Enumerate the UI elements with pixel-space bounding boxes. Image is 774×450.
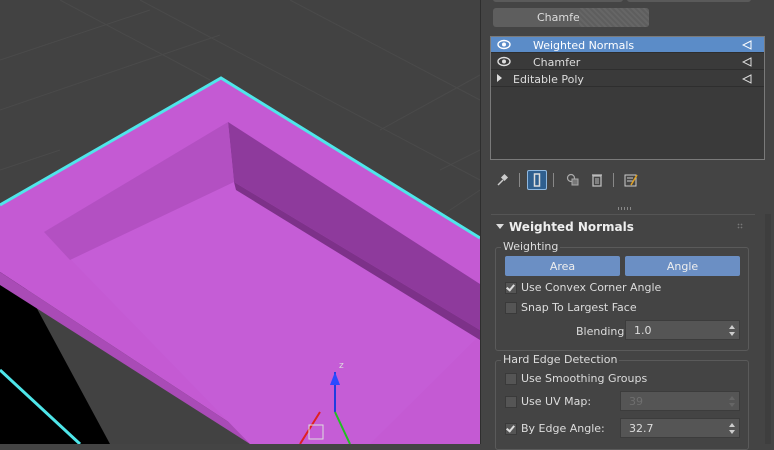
top-button-stub-right[interactable]	[627, 0, 751, 2]
checkbox-box[interactable]	[505, 422, 517, 435]
by-edge-angle-checkbox[interactable]: By Edge Angle:	[505, 422, 605, 435]
pin-stack-icon[interactable]	[493, 170, 513, 190]
checkbox-label: Use Smoothing Groups	[521, 372, 648, 385]
stack-item-label: Weighted Normals	[533, 39, 635, 52]
checkbox-label: By Edge Angle:	[521, 422, 605, 435]
edge-angle-value: 32.7	[629, 421, 654, 435]
top-button-stub-left[interactable]	[493, 0, 623, 2]
blending-spinner[interactable]: 1.0	[625, 320, 740, 340]
weighting-group: Weighting Area Angle Use Convex Corner A…	[495, 240, 749, 351]
angle-button[interactable]: Angle	[625, 256, 740, 276]
make-unique-icon[interactable]	[563, 170, 583, 190]
modifier-stack[interactable]: Weighted Normals Chamfer Editable Poly	[490, 36, 765, 160]
stack-item-label: Chamfer	[533, 56, 581, 69]
uv-map-value: 39	[629, 394, 643, 408]
spinner-arrows-icon[interactable]	[729, 423, 735, 434]
stack-item-chamfer[interactable]: Chamfer	[491, 54, 764, 70]
spinner-arrows-icon[interactable]	[729, 396, 735, 407]
checkbox-label: Use UV Map:	[521, 395, 592, 408]
expand-triangle-icon[interactable]	[497, 74, 502, 82]
weighted-normals-rollout: Weighted Normals Weighting Area Angle Us…	[491, 214, 755, 450]
use-smoothing-groups-checkbox[interactable]: Use Smoothing Groups	[505, 372, 647, 385]
blending-label: Blending:	[576, 325, 629, 338]
snap-to-largest-face-checkbox[interactable]: Snap To Largest Face	[505, 301, 637, 314]
checkbox-box[interactable]	[505, 372, 517, 385]
eye-icon[interactable]	[497, 39, 511, 50]
area-button[interactable]: Area	[505, 256, 620, 276]
blending-value: 1.0	[634, 323, 652, 337]
gizmo-z-label: z	[339, 361, 344, 371]
configure-modifier-sets-icon[interactable]	[621, 170, 641, 190]
stack-item-weighted-normals[interactable]: Weighted Normals	[491, 37, 764, 53]
rollout-header[interactable]: Weighted Normals	[491, 215, 755, 239]
checkbox-box[interactable]	[505, 395, 517, 408]
panel-splitter-grip[interactable]	[618, 207, 632, 210]
rollout-title: Weighted Normals	[509, 220, 634, 234]
modifier-triangle-icon	[742, 40, 752, 50]
hard-edge-group-label: Hard Edge Detection	[501, 353, 620, 366]
panel-scrollbar[interactable]	[765, 214, 771, 444]
stack-item-editable-poly[interactable]: Editable Poly	[491, 71, 764, 87]
modifier-list-dropdown[interactable]: Chamfer	[493, 8, 649, 27]
use-convex-corner-angle-checkbox[interactable]: Use Convex Corner Angle	[505, 281, 661, 294]
toolbar-separator	[519, 173, 520, 187]
use-uv-map-checkbox[interactable]: Use UV Map:	[505, 395, 591, 408]
eye-icon[interactable]	[497, 56, 511, 67]
edge-angle-spinner[interactable]: 32.7	[620, 418, 740, 438]
weighting-group-label: Weighting	[501, 240, 561, 253]
viewport-scene[interactable]: z	[0, 0, 480, 444]
checkbox-box[interactable]	[505, 281, 517, 294]
checkbox-box[interactable]	[505, 301, 517, 314]
uv-map-spinner[interactable]: 39	[620, 391, 740, 411]
collapse-arrow-icon[interactable]	[496, 224, 504, 229]
modifier-triangle-icon	[742, 74, 752, 84]
drag-handle-icon[interactable]	[737, 223, 743, 229]
modifier-triangle-icon	[742, 57, 752, 67]
modifier-list-value: Chamfer	[537, 11, 585, 24]
hard-edge-detection-group: Hard Edge Detection Use Smoothing Groups…	[495, 353, 749, 450]
viewport[interactable]: z	[0, 0, 480, 444]
stack-item-label: Editable Poly	[513, 73, 584, 86]
command-panel: Chamfer Weighted Normals Chamfer Editabl…	[480, 0, 774, 450]
show-end-result-icon[interactable]	[527, 170, 547, 190]
checkbox-label: Snap To Largest Face	[521, 301, 637, 314]
stack-toolbar	[493, 170, 653, 190]
toolbar-separator	[553, 173, 554, 187]
spinner-arrows-icon[interactable]	[729, 325, 735, 336]
checkbox-label: Use Convex Corner Angle	[521, 281, 662, 294]
remove-modifier-icon[interactable]	[587, 170, 607, 190]
modifier-list-hatch	[579, 8, 649, 27]
toolbar-separator	[613, 173, 614, 187]
